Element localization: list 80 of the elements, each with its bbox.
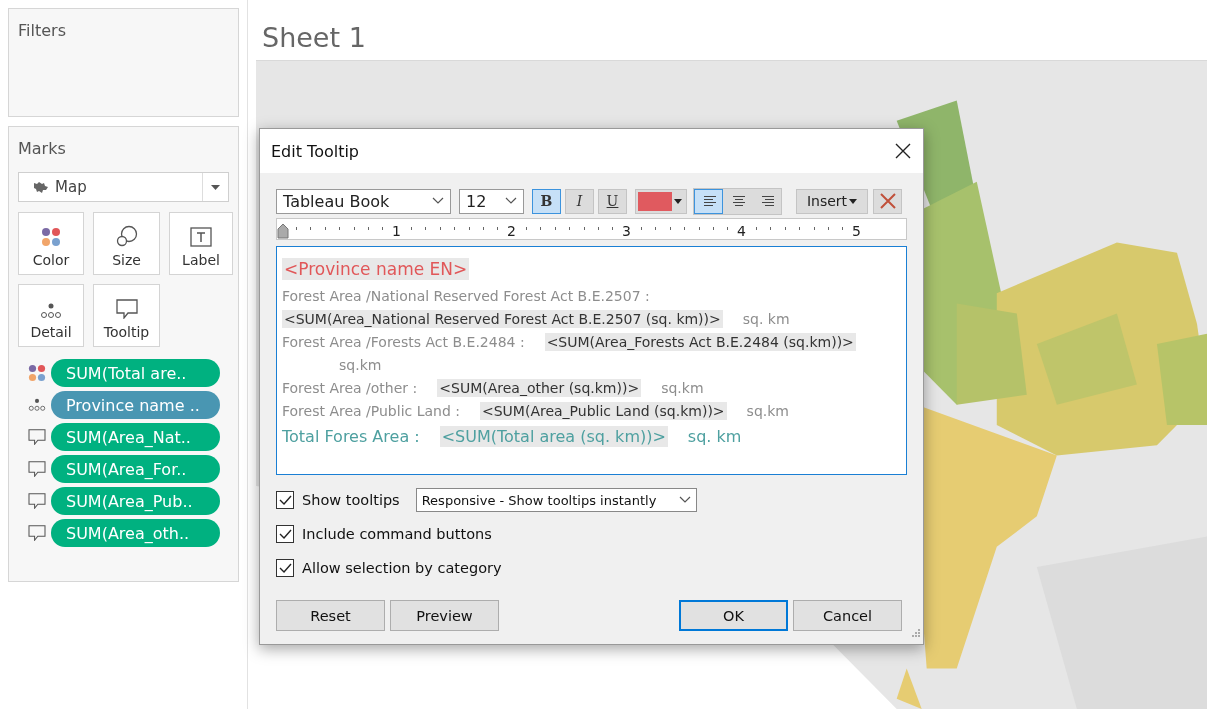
circles-icon (115, 225, 138, 247)
ruler-number: 1 (391, 224, 402, 238)
marks-card-button[interactable]: Color (18, 212, 84, 275)
text-label-icon (190, 227, 212, 247)
detail-dots-icon (28, 398, 46, 412)
clear-button[interactable] (873, 188, 902, 214)
field-placeholder: <SUM(Area_National Reserved Forest Act B.E.2507 (sq. km))> (282, 310, 723, 328)
chevron-down-icon (432, 197, 444, 205)
tooltip-text: Forest Area /National Reserved Forest Act B.E.2507 : (282, 288, 650, 304)
speech-bubble-icon (28, 493, 46, 509)
panel-title: Filters (18, 21, 67, 40)
tooltip-text: Total Fores Area : (282, 426, 420, 446)
map-icon (33, 181, 49, 193)
align-right-icon (759, 195, 774, 207)
detail-dots-icon (40, 303, 62, 319)
marks-card-button[interactable]: Detail (18, 284, 84, 347)
sheet-title: Sheet 1 (261, 21, 367, 55)
tooltip-text: sq.km (661, 380, 704, 396)
close-icon[interactable] (895, 143, 911, 159)
insert-button[interactable]: Insert (796, 188, 868, 214)
chevron-down-icon (505, 197, 517, 205)
field-placeholder: <SUM(Total area (sq. km))> (439, 425, 668, 447)
align-left-icon (701, 195, 716, 207)
checkbox-label: Allow selection by category (302, 560, 502, 576)
align-center-icon (730, 195, 745, 207)
text-color-button[interactable] (635, 188, 687, 214)
checkbox[interactable] (276, 525, 294, 543)
tooltip-text: Forest Area /other : (282, 380, 418, 396)
checkbox[interactable] (276, 559, 294, 577)
tooltip-text: sq.km (339, 357, 382, 373)
font-size-dropdown[interactable]: 12 (459, 188, 524, 214)
checkmark-icon (278, 495, 292, 505)
close-icon (879, 193, 896, 209)
marks-card-button[interactable]: Label (169, 212, 233, 275)
marks-card-button[interactable]: Tooltip (93, 284, 160, 347)
speech-bubble-icon (28, 461, 46, 477)
speech-bubble-icon (28, 429, 46, 445)
tooltip-text: sq.km (746, 403, 789, 419)
align-button[interactable] (694, 188, 723, 214)
checkbox[interactable] (276, 491, 294, 509)
checkmark-icon (278, 563, 292, 573)
dialog-button[interactable]: Preview (390, 600, 499, 631)
resize-grip-icon[interactable] (910, 627, 920, 637)
checkbox-label: Show tooltips (302, 492, 400, 508)
chevron-down-icon (678, 496, 691, 504)
tooltip-text: sq. km (742, 311, 790, 327)
caret-icon (849, 198, 858, 204)
ruler-number: 4 (736, 224, 747, 238)
checkbox-label: Include command buttons (302, 526, 492, 542)
tooltip-text: Forest Area /Public Land : (282, 403, 460, 419)
color-dots-icon (28, 364, 46, 382)
dialog-button[interactable]: Reset (276, 600, 385, 631)
underline-button[interactable]: U (598, 188, 627, 214)
caret-icon (674, 198, 682, 204)
caret-icon (211, 184, 220, 190)
ruler-number: 2 (506, 224, 517, 238)
field-placeholder: <SUM(Area_other (sq.km))> (437, 379, 642, 397)
speech-bubble-icon (115, 299, 138, 319)
ruler-number: 3 (621, 224, 632, 238)
speech-bubble-icon (28, 525, 46, 541)
italic-button[interactable]: I (565, 188, 594, 214)
dialog-button[interactable]: Cancel (793, 600, 902, 631)
field-placeholder: <Province name EN> (282, 258, 470, 280)
tooltip-text: sq. km (687, 426, 742, 446)
ruler-number: 5 (851, 224, 862, 238)
mark-type-dropdown[interactable]: Map (18, 172, 229, 202)
panel-title: Marks (18, 139, 67, 158)
indent-marker-icon[interactable] (277, 223, 289, 239)
tooltip-mode-dropdown[interactable]: Responsive - Show tooltips instantly (415, 488, 697, 512)
tooltip-text: Forest Area /Forests Act B.E.2484 : (282, 334, 525, 350)
dialog-title: Edit Tooltip (271, 141, 360, 161)
field-placeholder: <SUM(Area_Public Land (sq.km))> (480, 402, 727, 420)
tooltip-editor[interactable] (276, 246, 907, 475)
bold-button[interactable]: B (532, 188, 561, 214)
checkmark-icon (278, 529, 292, 539)
font-dropdown[interactable]: Tableau Book (276, 188, 451, 214)
marks-card-button[interactable]: Size (93, 212, 160, 275)
ok-button[interactable]: OK (679, 600, 788, 631)
field-placeholder: <SUM(Area_Forests Act B.E.2484 (sq.km))> (544, 333, 856, 351)
color-dots-icon (41, 227, 61, 247)
